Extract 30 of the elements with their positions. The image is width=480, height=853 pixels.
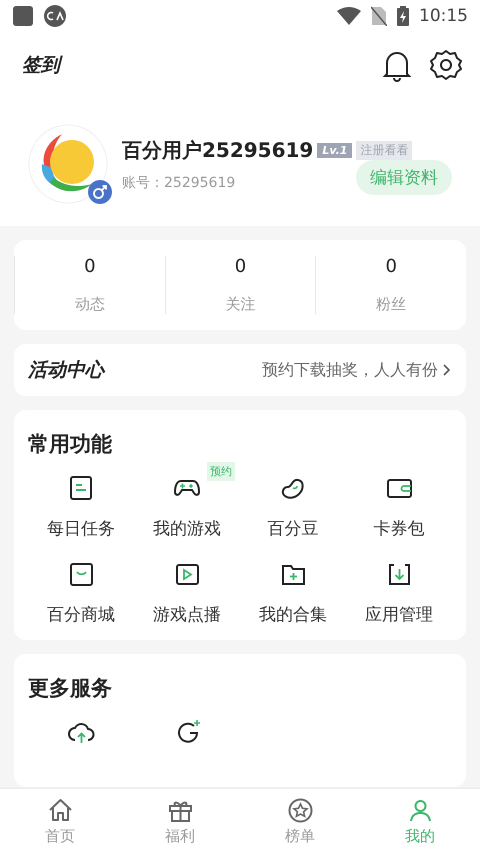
stat-count[interactable]: 0	[84, 256, 96, 277]
battery-charging-icon	[397, 6, 409, 26]
account-number: 账号：25295619	[122, 174, 236, 192]
male-gender-icon	[88, 180, 112, 204]
settings-icon[interactable]	[430, 49, 462, 81]
feature-label[interactable]: 卡券包	[374, 517, 424, 540]
section-title: 更多服务	[28, 675, 113, 702]
level-note: 注册看看	[356, 140, 412, 160]
clock-time: 10:15	[419, 6, 468, 26]
no-sim-icon	[371, 6, 387, 26]
feature-label[interactable]: 百分商城	[47, 603, 115, 626]
username: 百分用户25295619	[122, 136, 314, 164]
feature-label[interactable]: 游戏点播	[153, 603, 221, 626]
stat-count[interactable]: 0	[385, 256, 397, 277]
promo-link[interactable]: 预约下载抽奖，人人有份	[262, 360, 438, 380]
section-title: 常用功能	[28, 431, 113, 458]
feature-label[interactable]: 应用管理	[365, 603, 433, 626]
avatar-icon[interactable]	[28, 124, 108, 204]
wifi-icon	[337, 7, 361, 25]
feature-label[interactable]: 百分豆	[268, 517, 318, 540]
stat-count[interactable]: 0	[234, 256, 246, 277]
activity-center-title: 活动中心	[28, 358, 106, 383]
chevron-right-icon[interactable]	[442, 363, 452, 377]
level-badge: Lv.1	[317, 142, 352, 158]
feature-label[interactable]: 我的游戏	[153, 517, 221, 540]
app-notification-icon	[12, 5, 34, 27]
reserve-badge: 预约	[207, 462, 235, 481]
feature-label[interactable]: 我的合集	[259, 603, 327, 626]
feature-label[interactable]: 每日任务	[47, 517, 115, 540]
app-notification-icon	[44, 5, 66, 27]
